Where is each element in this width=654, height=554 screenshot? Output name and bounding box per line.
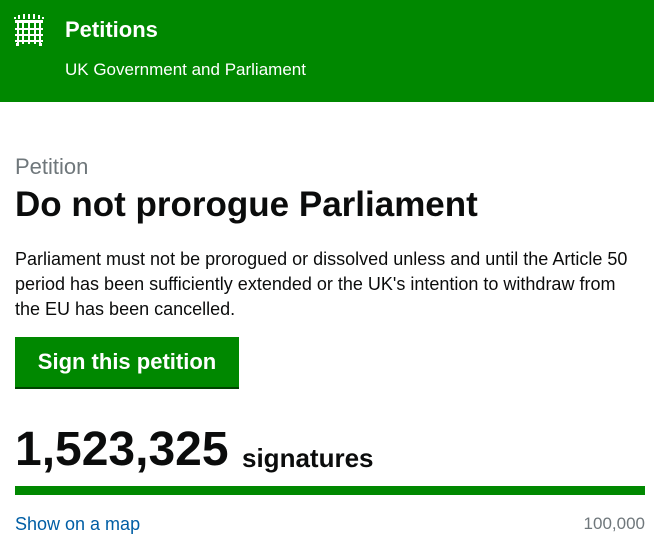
signature-count-label: signatures xyxy=(242,443,374,473)
signature-count: 1,523,325 xyxy=(15,423,229,476)
signature-target: 100,000 xyxy=(583,514,645,533)
portcullis-icon[interactable] xyxy=(14,14,44,46)
signature-progress-bar xyxy=(15,486,645,495)
site-title-link[interactable]: Petitions xyxy=(65,17,158,43)
show-on-map-link[interactable]: Show on a map xyxy=(15,513,140,535)
petition-caption: Petition xyxy=(15,154,89,179)
site-subtitle: UK Government and Parliament xyxy=(65,60,306,79)
petition-description: Parliament must not be prorogued or diss… xyxy=(15,249,628,319)
site-header: Petitions UK Government and Parliament xyxy=(0,0,654,102)
sign-petition-button[interactable]: Sign this petition xyxy=(15,337,239,387)
petition-title: Do not prorogue Parliament xyxy=(15,185,478,224)
signature-progress-fill xyxy=(15,486,645,495)
